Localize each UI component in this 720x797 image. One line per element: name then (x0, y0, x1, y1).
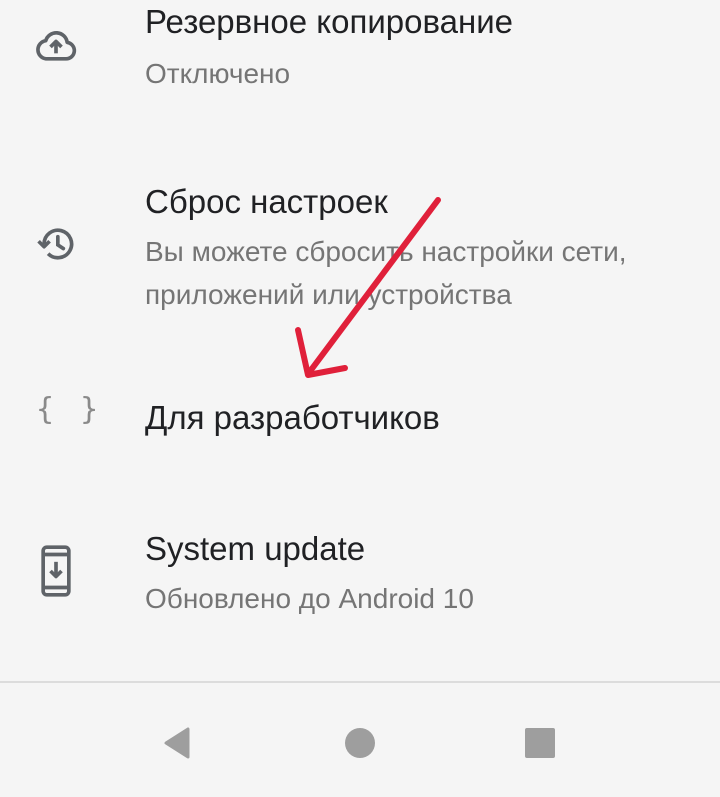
back-button[interactable] (138, 703, 218, 783)
settings-item-reset[interactable]: Сброс настроек Вы можете сбросить настро… (0, 160, 720, 330)
history-icon (34, 222, 78, 266)
system-update-title: System update (145, 530, 366, 567)
back-triangle-icon (164, 727, 190, 759)
system-update-summary: Обновлено до Android 10 (145, 583, 474, 614)
navigation-bar (0, 683, 720, 797)
settings-item-developer[interactable]: { } Для разработчиков (0, 360, 720, 480)
braces-icon: { } (36, 392, 103, 427)
phone-download-icon (34, 543, 78, 599)
home-circle-icon (345, 728, 375, 758)
reset-title: Сброс настроек (145, 183, 388, 220)
recents-square-icon (525, 728, 555, 758)
cloud-upload-icon (34, 24, 78, 68)
settings-screen: Резервное копирование Отключено Сброс на… (0, 0, 720, 797)
developer-title: Для разработчиков (145, 399, 440, 436)
settings-item-backup[interactable]: Резервное копирование Отключено (0, 0, 720, 140)
home-button[interactable] (320, 703, 400, 783)
backup-title: Резервное копирование (145, 3, 513, 40)
recents-button[interactable] (500, 703, 580, 783)
settings-list: Резервное копирование Отключено Сброс на… (0, 0, 720, 680)
backup-summary: Отключено (145, 58, 291, 89)
reset-summary: Вы можете сбросить настройки сети, прило… (145, 236, 627, 310)
settings-item-system-update[interactable]: System update Обновлено до Android 10 (0, 505, 720, 655)
